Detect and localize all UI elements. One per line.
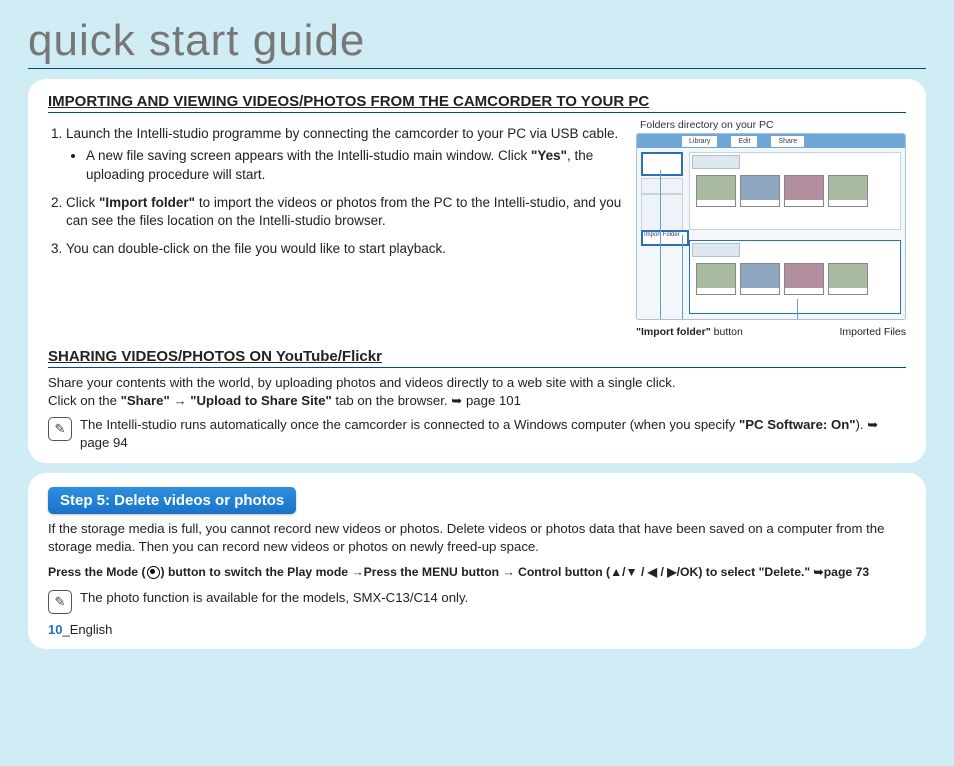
mode-icon — [147, 566, 160, 579]
figure-caption-left-rest: button — [711, 326, 743, 338]
thumb — [828, 175, 868, 207]
step5-instr-mid: ) button to switch the Play mode →Press … — [161, 565, 870, 579]
thumb — [784, 175, 824, 207]
share-p1: Share your contents with the world, by u… — [48, 375, 675, 390]
step-2: Click "Import folder" to import the vide… — [66, 194, 622, 230]
leader-line — [797, 299, 798, 319]
footer-sep: _ — [62, 622, 69, 637]
figure-tab-library: Library — [682, 136, 717, 147]
figure-thumb-row-bottom — [690, 259, 900, 299]
step-1: Launch the Intelli-studio programme by c… — [66, 125, 622, 184]
thumb — [740, 175, 780, 207]
page-title: quick start guide — [28, 18, 926, 69]
page-number: 10 — [48, 622, 62, 637]
step5-note-text: The photo function is available for the … — [80, 589, 468, 607]
thumb — [784, 263, 824, 295]
figure-caption-left: "Import folder" button — [636, 326, 743, 338]
figure-sidebar-label1 — [641, 178, 683, 194]
share-p2-pre: Click on the — [48, 393, 121, 408]
leader-line — [682, 235, 683, 319]
section-heading-share: SHARING VIDEOS/PHOTOS ON YouTube/Flickr — [48, 348, 906, 368]
share-p2-bold: "Share" → "Upload to Share Site" — [121, 393, 332, 408]
step-3: You can double-click on the file you wou… — [66, 240, 622, 258]
figure-tab-share: Share — [771, 136, 804, 147]
note-intellistudio: The Intelli-studio runs automatically on… — [48, 416, 906, 452]
note-bold: "PC Software: On" — [739, 417, 856, 432]
thumb — [696, 263, 736, 295]
step1-bullet: A new file saving screen appears with th… — [86, 147, 622, 183]
thumb — [828, 263, 868, 295]
figure-caption-top: Folders directory on your PC — [640, 119, 906, 131]
figure-tab-edit: Edit — [731, 136, 757, 147]
step5-instruction: Press the Mode ( ) button to switch the P… — [48, 564, 906, 581]
step1-bullet-pre: A new file saving screen appears with th… — [86, 148, 531, 163]
step5-instr-pre: Press the Mode ( — [48, 565, 146, 579]
footer-lang: English — [70, 622, 113, 637]
section-heading-import: IMPORTING AND VIEWING VIDEOS/PHOTOS FROM… — [48, 93, 906, 113]
step2-bold: "Import folder" — [99, 195, 195, 210]
note-pre: The Intelli-studio runs automatically on… — [80, 417, 739, 432]
step1-text: Launch the Intelli-studio programme by c… — [66, 126, 618, 141]
steps-list: Launch the Intelli-studio programme by c… — [48, 125, 622, 258]
figure-panel-bottom — [689, 240, 901, 314]
card-import-share: IMPORTING AND VIEWING VIDEOS/PHOTOS FROM… — [28, 79, 926, 463]
thumb — [740, 263, 780, 295]
note-photo-models: The photo function is available for the … — [48, 589, 906, 614]
note-text: The Intelli-studio runs automatically on… — [80, 416, 906, 452]
step5-intro: If the storage media is full, you cannot… — [48, 520, 906, 556]
card-step5: Step 5: Delete videos or photos If the s… — [28, 473, 926, 649]
figure-folder-chip — [692, 243, 740, 257]
leader-line — [660, 170, 661, 319]
step5-badge: Step 5: Delete videos or photos — [48, 487, 296, 514]
figure-thumb-row-top — [690, 171, 900, 211]
figure-caption-right: Imported Files — [839, 326, 906, 338]
note-icon — [48, 590, 72, 614]
step2-pre: Click — [66, 195, 99, 210]
step1-bullet-yes: "Yes" — [531, 148, 567, 163]
note-icon — [48, 417, 72, 441]
figure-sidebar-box — [641, 152, 683, 176]
thumb — [696, 175, 736, 207]
figure-panel-top — [689, 152, 901, 230]
figure-caption-left-bold: "Import folder" — [636, 326, 711, 338]
share-p2-post: tab on the browser. ➥ page 101 — [332, 393, 521, 408]
share-paragraph: Share your contents with the world, by u… — [48, 374, 906, 410]
page-footer: 10_English — [48, 622, 906, 637]
figure-topbar: Library Edit Share — [637, 134, 905, 148]
figure-date-chip — [692, 155, 740, 169]
figure-intellistudio: Library Edit Share Import Folder — [636, 133, 906, 320]
